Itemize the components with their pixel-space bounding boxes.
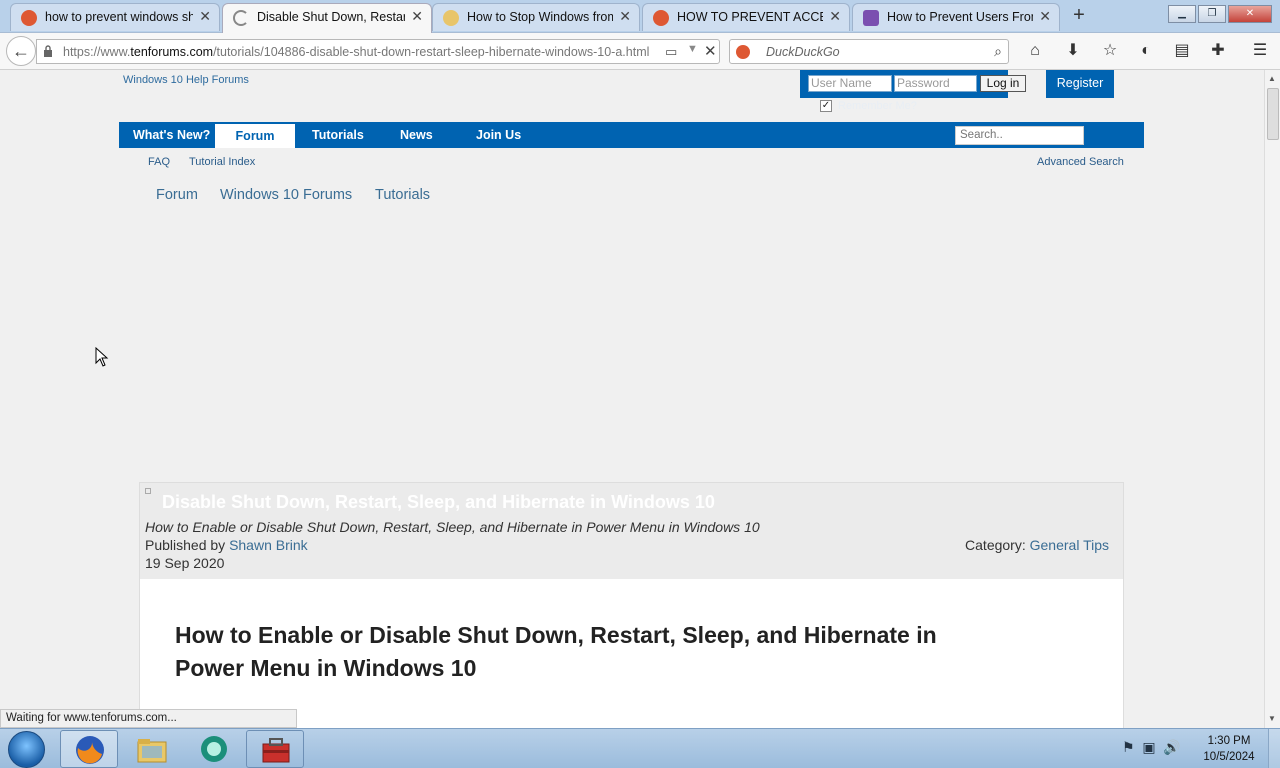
nav-join-us[interactable]: Join Us [476, 122, 521, 148]
url-text: https://www.tenforums.com/tutorials/1048… [63, 45, 650, 59]
tray-icons[interactable]: ⚑ ▣ 🔊 [1122, 739, 1181, 756]
stop-icon[interactable]: ✕ [704, 42, 717, 60]
nav-whats-new[interactable]: What's New? [133, 122, 210, 148]
taskbar: ⚑ ▣ 🔊 1:30 PM 10/5/2024 [0, 728, 1280, 768]
published-by: Published by Shawn Brink [145, 537, 308, 553]
clock-date: 10/5/2024 [1203, 751, 1255, 763]
tab-strip: how to prevent windows sh... ✕ Disable S… [0, 0, 1280, 33]
clock-time: 1:30 PM [1207, 735, 1251, 747]
article-subtitle: How to Enable or Disable Shut Down, Rest… [145, 519, 760, 535]
tab-title: How to Prevent Users From ... [887, 10, 1033, 24]
search-bar[interactable]: DuckDuckGo ⌕ [729, 39, 1009, 64]
duckduckgo-icon [736, 45, 750, 59]
home-icon[interactable]: ⌂ [1025, 41, 1045, 61]
search-input[interactable]: DuckDuckGo [766, 45, 840, 59]
remember-label: Remember Me? [838, 100, 917, 112]
faq-link[interactable]: FAQ [148, 156, 170, 168]
author-link[interactable]: Shawn Brink [229, 537, 308, 553]
navigation-toolbar: ← https://www.tenforums.com/tutorials/10… [0, 33, 1280, 70]
article-card: Disable Shut Down, Restart, Sleep, and H… [139, 482, 1124, 728]
nav-forum[interactable]: Forum [215, 124, 295, 148]
lock-icon [44, 45, 52, 57]
password-field[interactable]: Password [894, 75, 977, 92]
breadcrumb-tutorials[interactable]: Tutorials [375, 187, 430, 203]
folder-icon [137, 739, 167, 763]
article-title: Disable Shut Down, Restart, Sleep, and H… [162, 492, 715, 512]
chat-app-icon [201, 736, 227, 762]
duckduckgo-icon [21, 10, 37, 26]
site-icon [863, 10, 879, 26]
url-bar[interactable]: https://www.tenforums.com/tutorials/1048… [36, 39, 720, 64]
site-icon [443, 10, 459, 26]
scroll-up-icon[interactable]: ▲ [1268, 74, 1276, 83]
tab-title: Disable Shut Down, Restart, ... [257, 10, 405, 24]
toolbox-icon [262, 738, 290, 763]
window-controls: ▁ ❐ ✕ [1166, 5, 1272, 23]
back-button[interactable]: ← [6, 36, 36, 66]
search-icon[interactable]: ⌕ [994, 43, 1002, 60]
advanced-search-link[interactable]: Advanced Search [1037, 156, 1124, 168]
register-button[interactable]: Register [1046, 70, 1114, 98]
chevron-down-icon[interactable]: ▼ [687, 43, 698, 55]
restore-icon[interactable]: ❐ [1198, 5, 1226, 23]
duckduckgo-icon [653, 10, 669, 26]
toolbox-taskbar-button[interactable] [246, 730, 304, 768]
new-tab-button[interactable]: + [1068, 5, 1090, 27]
close-icon[interactable]: ✕ [411, 8, 423, 25]
tab-3[interactable]: How to Stop Windows from... ✕ [432, 3, 640, 31]
category: Category: General Tips [965, 537, 1109, 553]
site-name-link[interactable]: Windows 10 Help Forums [123, 74, 249, 86]
article-header: Disable Shut Down, Restart, Sleep, and H… [140, 483, 1123, 579]
tutorial-index-link[interactable]: Tutorial Index [189, 156, 255, 168]
breadcrumb-windows-10-forums[interactable]: Windows 10 Forums [220, 187, 352, 203]
remember-checkbox[interactable]: ✓ [820, 100, 832, 112]
web-page: Windows 10 Help Forums User Name Passwor… [0, 70, 1264, 728]
download-icon[interactable]: ⬇ [1063, 41, 1083, 61]
publish-date: 19 Sep 2020 [145, 555, 225, 571]
scrollbar[interactable]: ▲ ▼ [1264, 70, 1280, 728]
close-icon[interactable]: ✕ [1039, 8, 1051, 25]
tab-4[interactable]: HOW TO PREVENT ACCESS ... ✕ [642, 3, 850, 31]
mouse-cursor-icon [95, 347, 109, 367]
app-taskbar-button[interactable] [184, 730, 242, 768]
scroll-down-icon[interactable]: ▼ [1268, 714, 1276, 723]
show-desktop-button[interactable] [1268, 729, 1280, 768]
firefox-icon [76, 736, 104, 764]
login-button[interactable]: Log in [980, 75, 1026, 92]
nav-tutorials[interactable]: Tutorials [312, 122, 364, 148]
loading-icon [233, 10, 249, 26]
tab-2[interactable]: Disable Shut Down, Restart, ... ✕ [222, 3, 432, 33]
tab-title: how to prevent windows sh... [45, 10, 193, 24]
status-bar: Waiting for www.tenforums.com... [0, 709, 297, 728]
reading-list-icon[interactable]: ▤ [1172, 41, 1192, 61]
minimize-icon[interactable]: ▁ [1168, 5, 1196, 23]
explorer-taskbar-button[interactable] [122, 730, 180, 768]
close-icon[interactable]: ✕ [199, 8, 211, 25]
system-clock[interactable]: 1:30 PM 10/5/2024 [1196, 733, 1262, 765]
bookmark-star-icon[interactable]: ☆ [1100, 41, 1120, 61]
windows-start-icon[interactable] [8, 731, 45, 768]
tab-title: HOW TO PREVENT ACCESS ... [677, 10, 823, 24]
close-icon[interactable]: ✕ [619, 8, 631, 25]
username-field[interactable]: User Name [808, 75, 892, 92]
close-window-icon[interactable]: ✕ [1228, 5, 1272, 23]
category-link[interactable]: General Tips [1030, 537, 1109, 553]
breadcrumb-forum[interactable]: Forum [156, 187, 198, 203]
firefox-taskbar-button[interactable] [60, 730, 118, 768]
nav-news[interactable]: News [400, 122, 433, 148]
tab-1[interactable]: how to prevent windows sh... ✕ [10, 3, 220, 31]
scroll-thumb[interactable] [1267, 88, 1279, 140]
tab-5[interactable]: How to Prevent Users From ... ✕ [852, 3, 1060, 31]
close-icon[interactable]: ✕ [829, 8, 841, 25]
addons-icon[interactable]: ✚ [1208, 41, 1228, 61]
menu-icon[interactable]: ☰ [1250, 41, 1270, 61]
article-heading: How to Enable or Disable Shut Down, Rest… [175, 622, 937, 681]
main-nav: What's New? Forum Tutorials News Join Us… [119, 122, 1144, 148]
collapse-icon[interactable] [145, 488, 151, 494]
site-search-input[interactable]: Search.. [955, 126, 1084, 145]
tab-title: How to Stop Windows from... [467, 10, 613, 24]
reader-view-icon[interactable]: ▭ [665, 44, 677, 60]
sync-icon[interactable]: ◐ [1136, 41, 1156, 61]
